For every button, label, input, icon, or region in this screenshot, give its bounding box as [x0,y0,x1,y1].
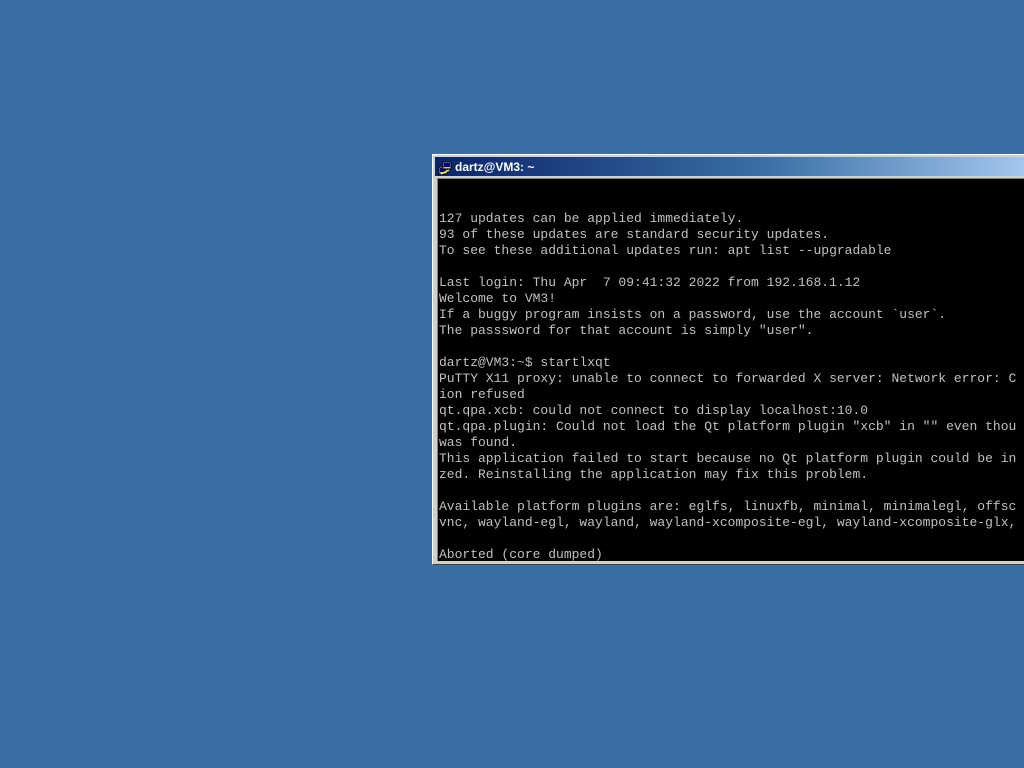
terminal-area[interactable]: 127 updates can be applied immediately. 9… [437,178,1024,561]
terminal-line: Welcome to VM3! [439,291,557,306]
terminal-line: was found. [439,435,518,450]
terminal-output: 127 updates can be applied immediately. 9… [439,195,1016,561]
terminal-line: To see these additional updates run: apt… [439,243,892,258]
terminal-line: vnc, wayland-egl, wayland, wayland-xcomp… [439,515,1017,530]
terminal-line: ion refused [439,387,525,402]
terminal-line: zed. Reinstalling the application may fi… [439,467,869,482]
terminal-line: 127 updates can be applied immediately. [439,211,744,226]
terminal-line: The passsword for that account is simply… [439,323,814,338]
window-title: dartz@VM3: ~ [455,159,535,174]
terminal-line: PuTTY X11 proxy: unable to connect to fo… [439,371,1017,386]
terminal-line: Aborted (core dumped) [439,547,603,561]
terminal-line: Available platform plugins are: eglfs, l… [439,499,1017,514]
title-bar[interactable]: dartz@VM3: ~ [435,157,1024,176]
terminal-line: qt.qpa.plugin: Could not load the Qt pla… [439,419,1017,434]
putty-icon[interactable] [438,160,452,175]
terminal-line: 93 of these updates are standard securit… [439,227,830,242]
terminal-line: Last login: Thu Apr 7 09:41:32 2022 from… [439,275,861,290]
terminal-line: This application failed to start because… [439,451,1017,466]
terminal-line: If a buggy program insists on a password… [439,307,947,322]
terminal-line: dartz@VM3:~$ startlxqt [439,355,611,370]
putty-window[interactable]: dartz@VM3: ~ 127 updates can be applied … [432,154,1024,565]
terminal-line: qt.qpa.xcb: could not connect to display… [439,403,869,418]
